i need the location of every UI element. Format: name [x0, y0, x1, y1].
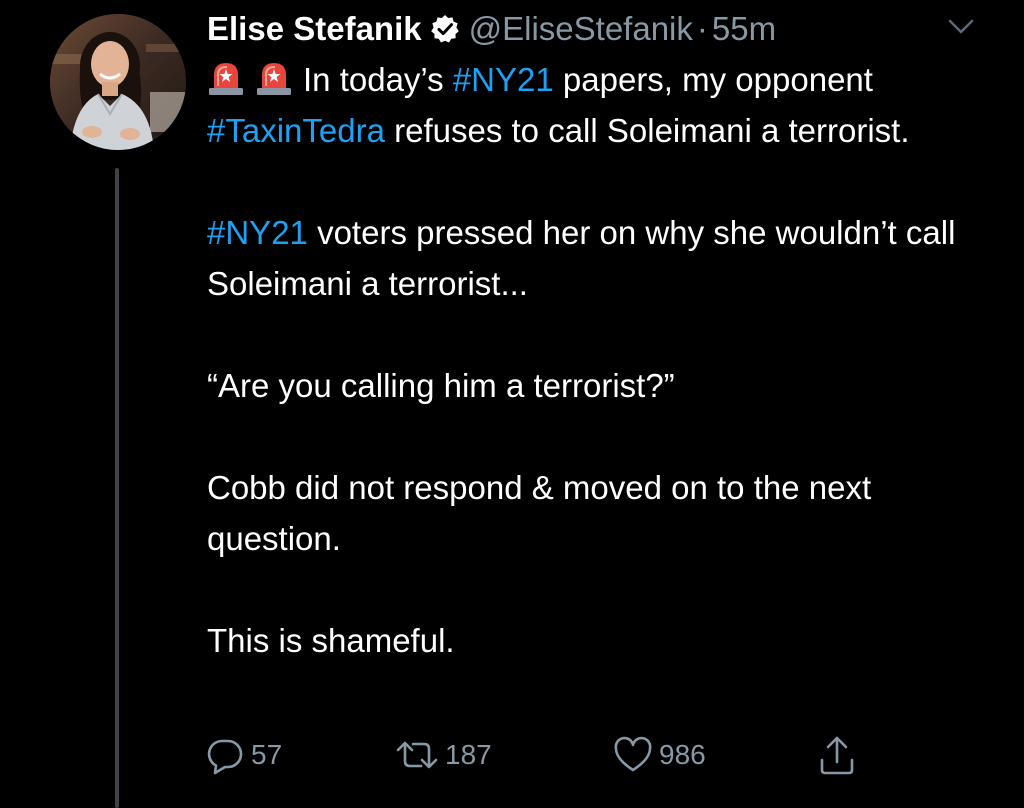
tweet[interactable]: Elise Stefanik @EliseStefanik · 55m In t… [0, 0, 1024, 808]
tweet-paragraph: This is shameful. [207, 615, 1007, 666]
retweet-icon [395, 735, 439, 775]
heart-icon [613, 735, 653, 775]
tweet-paragraph: “Are you calling him a terrorist?” [207, 360, 1007, 411]
hashtag-link[interactable]: #NY21 [207, 214, 308, 251]
tweet-paragraph: #NY21 voters pressed her on why she woul… [207, 207, 1007, 309]
share-button[interactable] [817, 733, 857, 777]
retweet-count: 187 [445, 739, 492, 770]
thread-line [115, 168, 119, 808]
hashtag-link[interactable]: #TaxinTedra [207, 112, 385, 149]
siren-icon [207, 58, 245, 96]
tweet-text: refuses to call Soleimani a terrorist. [384, 112, 910, 149]
siren-icon [255, 58, 293, 96]
tweet-body: In today’s #NY21 papers, my opponent #Ta… [207, 54, 1007, 666]
tweet-text: This is shameful. [207, 622, 455, 659]
tweet-text: In today’s [303, 61, 453, 98]
tweet-text: papers, my opponent [553, 61, 873, 98]
reply-button[interactable]: 57 [205, 733, 282, 777]
verified-badge-icon [430, 14, 460, 44]
reply-icon [205, 735, 245, 775]
tweet-text: “Are you calling him a terrorist?” [207, 367, 675, 404]
avatar[interactable] [50, 14, 186, 150]
tweet-paragraph: Cobb did not respond & moved on to the n… [207, 462, 1007, 564]
separator-dot: · [696, 10, 708, 47]
author-handle[interactable]: @EliseStefanik [469, 10, 693, 48]
share-icon [817, 734, 857, 776]
chevron-down-icon[interactable] [946, 16, 976, 38]
tweet-text: Cobb did not respond & moved on to the n… [207, 469, 872, 557]
timestamp[interactable]: 55m [712, 10, 776, 48]
tweet-header: Elise Stefanik @EliseStefanik · 55m [207, 6, 776, 52]
tweet-actions: 57 187 986 [205, 733, 905, 777]
like-button[interactable]: 986 [613, 733, 706, 777]
retweet-button[interactable]: 187 [395, 733, 492, 777]
reply-count: 57 [251, 739, 283, 770]
like-count: 986 [659, 739, 706, 770]
hashtag-link[interactable]: #NY21 [453, 61, 554, 98]
author-name[interactable]: Elise Stefanik [207, 10, 422, 48]
tweet-paragraph: In today’s #NY21 papers, my opponent #Ta… [207, 54, 1007, 156]
tweet-text: voters pressed her on why she wouldn’t c… [207, 214, 956, 302]
